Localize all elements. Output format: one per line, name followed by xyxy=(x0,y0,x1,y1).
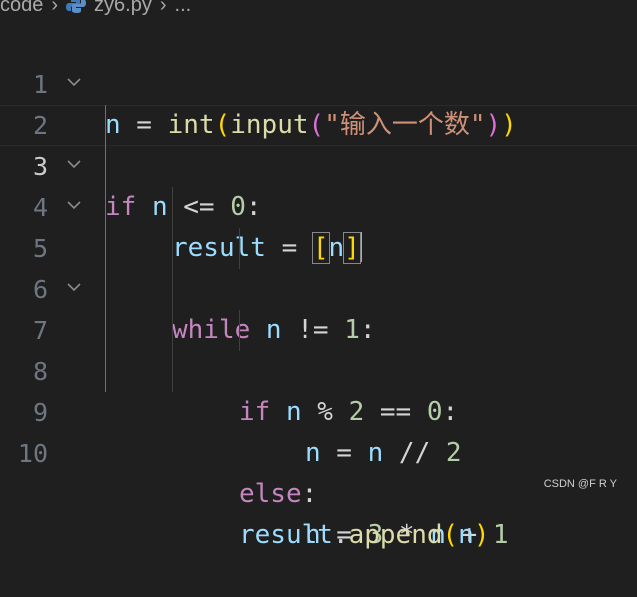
fold-chevron-icon[interactable] xyxy=(67,77,81,87)
indent-guide xyxy=(105,228,106,269)
indent-guide xyxy=(105,187,106,228)
code-text: result.append(n) xyxy=(239,515,489,556)
code-line-6[interactable]: 6 n = n // 2 xyxy=(0,228,637,269)
fold-chevron-icon[interactable] xyxy=(67,200,81,210)
python-file-icon xyxy=(66,0,86,14)
breadcrumb-file[interactable]: zy6.py xyxy=(94,0,152,17)
line-number: 10 xyxy=(0,433,48,474)
code-line-4[interactable]: 4 while n != 1: xyxy=(0,146,637,187)
breadcrumb: code › zy6.py ›... xyxy=(0,0,191,16)
fold-chevron-icon[interactable] xyxy=(67,159,81,169)
code-editor[interactable]: 1 n = int(input("输入一个数")) 2 if n <= 0: 3… xyxy=(0,23,637,433)
indent-guide xyxy=(105,269,106,310)
indent-guide xyxy=(105,146,106,187)
fold-chevron-icon[interactable] xyxy=(67,282,81,292)
code-line-10[interactable]: 10 xyxy=(0,392,637,433)
watermark: CSDN @F R Y xyxy=(544,478,617,490)
indent-guide xyxy=(172,187,173,228)
breadcrumb-folder[interactable]: code xyxy=(0,0,43,17)
code-line-9[interactable]: 9 result.append(n) xyxy=(0,351,637,392)
chevron-right-icon: › xyxy=(160,0,167,17)
code-line-7[interactable]: 7 else: xyxy=(0,269,637,310)
indent-guide xyxy=(105,351,106,392)
indent-guide xyxy=(172,310,173,351)
code-text: n = n // 2 xyxy=(305,433,462,474)
code-text: else: xyxy=(239,474,317,515)
indent-guide xyxy=(105,105,106,146)
indent-guide xyxy=(239,228,240,269)
breadcrumb-more[interactable]: ... xyxy=(175,0,192,17)
indent-guide xyxy=(172,351,173,392)
code-line-8[interactable]: 8 n = 3 * n + 1 xyxy=(0,310,637,351)
indent-guide xyxy=(239,310,240,351)
chevron-right-icon: › xyxy=(51,0,58,17)
code-line-5[interactable]: 5 if n % 2 == 0: xyxy=(0,187,637,228)
code-line-3[interactable]: 3 result = [n] xyxy=(0,105,637,146)
indent-guide xyxy=(172,269,173,310)
code-line-2[interactable]: 2 if n <= 0: xyxy=(0,64,637,105)
code-line-1[interactable]: 1 n = int(input("输入一个数")) xyxy=(0,23,637,64)
indent-guide xyxy=(172,228,173,269)
indent-guide xyxy=(105,310,106,351)
